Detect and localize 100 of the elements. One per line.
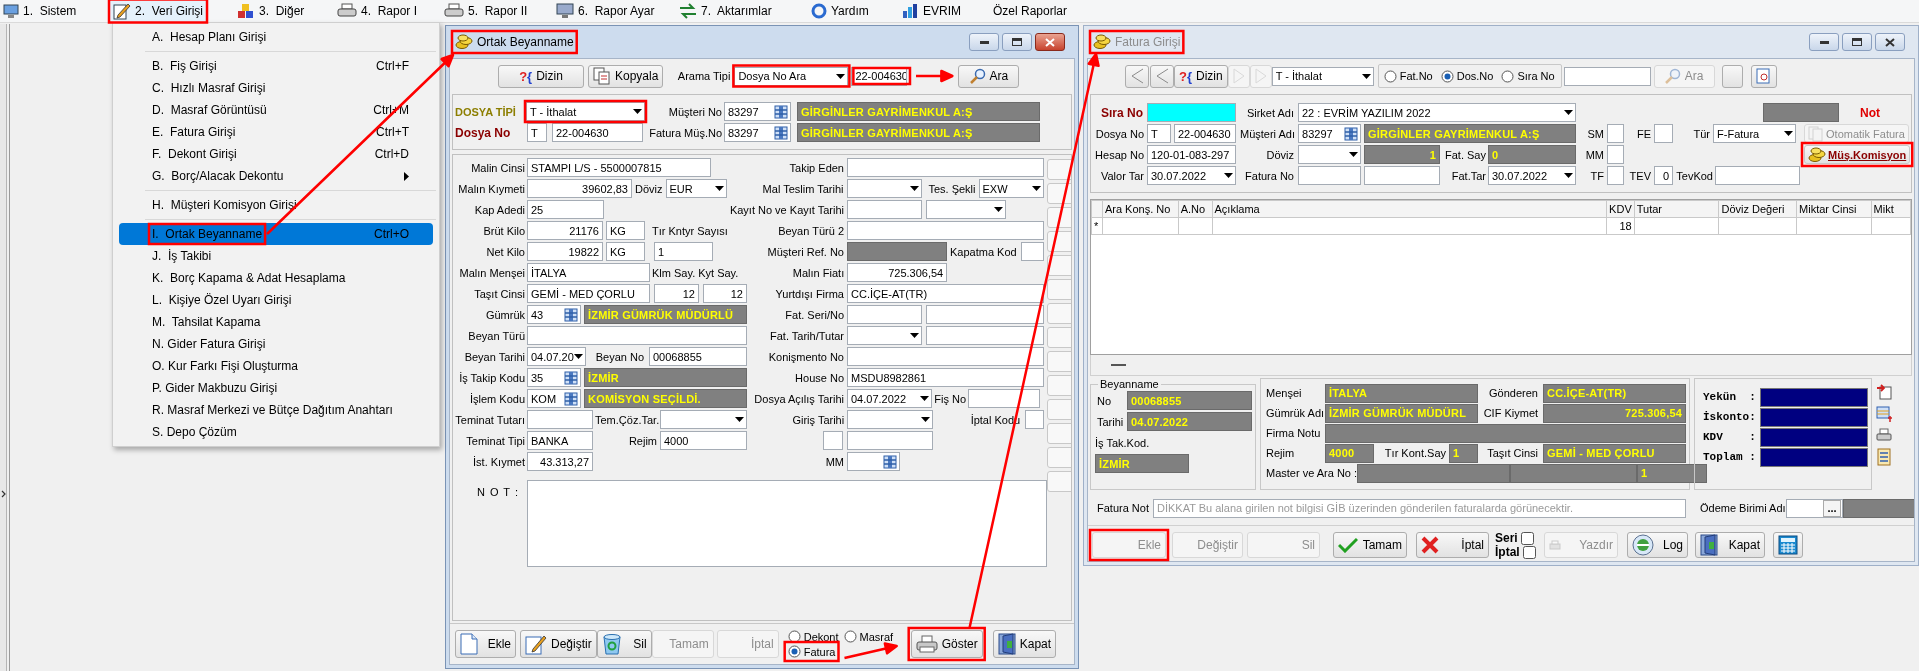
menu-item[interactable]: G. Borç/Alacak Dekontu: [119, 165, 433, 187]
action-button[interactable]: Kapat: [1695, 532, 1765, 558]
menu-item[interactable]: N. Gider Fatura Girişi: [119, 333, 433, 355]
radio-button[interactable]: [787, 645, 801, 658]
text-field[interactable]: 00068855: [649, 347, 747, 366]
text-field[interactable]: 725.306,54: [847, 263, 948, 282]
side-button[interactable]: [1047, 303, 1071, 324]
text-field[interactable]: [847, 221, 1044, 240]
table-icon[interactable]: [774, 125, 788, 140]
text-field[interactable]: 120-01-083-297: [1147, 145, 1236, 164]
checkbox-option[interactable]: Seri: [1495, 531, 1534, 545]
column-header[interactable]: KDV: [1606, 200, 1635, 218]
text-field[interactable]: 39602,83: [527, 179, 632, 198]
text-field[interactable]: [1025, 410, 1045, 429]
radio-button[interactable]: [843, 630, 857, 643]
text-field[interactable]: 0: [1654, 166, 1673, 185]
side-button[interactable]: [1047, 399, 1071, 420]
side-button[interactable]: [1047, 471, 1071, 492]
lookup-field[interactable]: 83297: [724, 102, 791, 121]
column-header[interactable]: A.No: [1178, 200, 1212, 218]
table-icon[interactable]: [564, 391, 578, 406]
text-field[interactable]: [1715, 166, 1800, 185]
action-button[interactable]: İptal: [1416, 532, 1489, 558]
text-field[interactable]: [1607, 124, 1625, 143]
side-button[interactable]: [1047, 423, 1071, 444]
lookup-field[interactable]: 83297: [1298, 124, 1362, 143]
menu-item[interactable]: 3. Diğer: [234, 0, 310, 22]
menu-item[interactable]: P. Gider Makbuzu Girişi: [119, 377, 433, 399]
menu-item[interactable]: I. Ortak Beyanname Ctrl+O: [119, 223, 433, 245]
text-field[interactable]: 19822: [527, 242, 603, 261]
action-button[interactable]: ?{ Dizin: [498, 64, 584, 88]
menu-item[interactable]: Özel Raporlar: [990, 0, 1075, 22]
maximize-button[interactable]: [1842, 33, 1872, 51]
menu-item[interactable]: 4. Rapor I: [334, 0, 421, 22]
text-field[interactable]: [1298, 166, 1361, 185]
menu-item[interactable]: L. Kişiye Özel Uyarı Girişi: [119, 289, 433, 311]
minimize-button[interactable]: [1809, 33, 1839, 51]
minimize-button[interactable]: [969, 33, 999, 51]
menu-item[interactable]: 1. Sistem: [0, 0, 80, 22]
menu-item[interactable]: S. Depo Çözüm: [119, 421, 433, 443]
text-field[interactable]: MSDU8982861: [847, 368, 1044, 387]
menu-item[interactable]: Yardım: [808, 0, 880, 22]
action-button[interactable]: Göster: [910, 630, 983, 658]
radio-button[interactable]: [787, 630, 801, 643]
close-button[interactable]: [1875, 33, 1905, 51]
text-field[interactable]: [1563, 66, 1651, 86]
text-field[interactable]: [1607, 145, 1624, 164]
column-header[interactable]: Tutar: [1634, 200, 1719, 218]
radio-option[interactable]: Dekont: [787, 630, 839, 643]
text-field[interactable]: 1: [654, 242, 713, 261]
browse-button[interactable]: ...: [1823, 499, 1841, 517]
action-button[interactable]: Müş.Komisyon: [1804, 145, 1911, 164]
dropdown-field[interactable]: 30.07.2022: [1488, 166, 1576, 185]
action-button[interactable]: Kopyala: [588, 64, 664, 88]
dropdown-field[interactable]: [847, 326, 922, 345]
icon-button[interactable]: [1150, 64, 1174, 88]
checkbox-option[interactable]: İptal: [1495, 545, 1536, 559]
lookup-field[interactable]: 43: [527, 305, 581, 324]
icon-button[interactable]: [1125, 64, 1149, 88]
dropdown-field[interactable]: 30.07.2022: [1147, 166, 1236, 185]
action-button[interactable]: Sil: [596, 630, 652, 658]
dropdown-field[interactable]: [926, 200, 1006, 219]
action-button[interactable]: Ekle: [455, 630, 516, 658]
text-field[interactable]: [847, 305, 922, 324]
list-icon[interactable]: [1876, 448, 1892, 466]
text-field[interactable]: [847, 158, 1044, 177]
table-icon[interactable]: [774, 104, 788, 119]
menu-item[interactable]: E. Fatura Girişi Ctrl+T: [119, 121, 433, 143]
dropdown-field[interactable]: [846, 179, 922, 198]
table-icon[interactable]: [564, 307, 578, 322]
column-header[interactable]: Döviz Değeri: [1718, 200, 1797, 218]
text-field[interactable]: STAMPI L/S - 5500007815: [527, 158, 711, 177]
text-field[interactable]: [847, 200, 922, 219]
lookup-field[interactable]: KOM: [527, 389, 581, 408]
menu-item[interactable]: C. Hızlı Masraf Girişi: [119, 77, 433, 99]
printer-icon[interactable]: [1876, 428, 1892, 442]
text-field[interactable]: 12: [654, 284, 699, 303]
column-header[interactable]: Açıklama: [1212, 200, 1607, 218]
close-button[interactable]: [1035, 33, 1065, 51]
dropdown-field[interactable]: F-Fatura: [1713, 124, 1797, 143]
table-icon[interactable]: [883, 454, 897, 469]
column-header[interactable]: Mikt: [1871, 200, 1911, 218]
icon-button[interactable]: [1773, 532, 1803, 558]
dropdown-field[interactable]: EXW: [978, 179, 1044, 198]
radio-button[interactable]: [1383, 69, 1397, 83]
side-button[interactable]: [1047, 279, 1071, 300]
text-field[interactable]: [1020, 242, 1044, 261]
radio-button[interactable]: [1440, 69, 1454, 83]
side-button[interactable]: [1047, 351, 1071, 372]
radio-option[interactable]: Dos.No: [1440, 69, 1494, 83]
checkbox[interactable]: [1522, 545, 1536, 559]
text-field[interactable]: T: [527, 123, 547, 142]
text-field[interactable]: [823, 431, 843, 450]
action-button[interactable]: Kapat: [992, 630, 1057, 658]
text-field[interactable]: 22-004630: [1174, 124, 1236, 143]
menu-item[interactable]: 6. Rapor Ayar: [553, 0, 660, 22]
dropdown-field[interactable]: T - İthalat: [526, 102, 645, 121]
action-button[interactable]: Değiştir: [520, 630, 597, 658]
text-field[interactable]: GEMİ - MED ÇORLU: [527, 284, 650, 303]
browse-field[interactable]: ...: [1785, 498, 1843, 518]
